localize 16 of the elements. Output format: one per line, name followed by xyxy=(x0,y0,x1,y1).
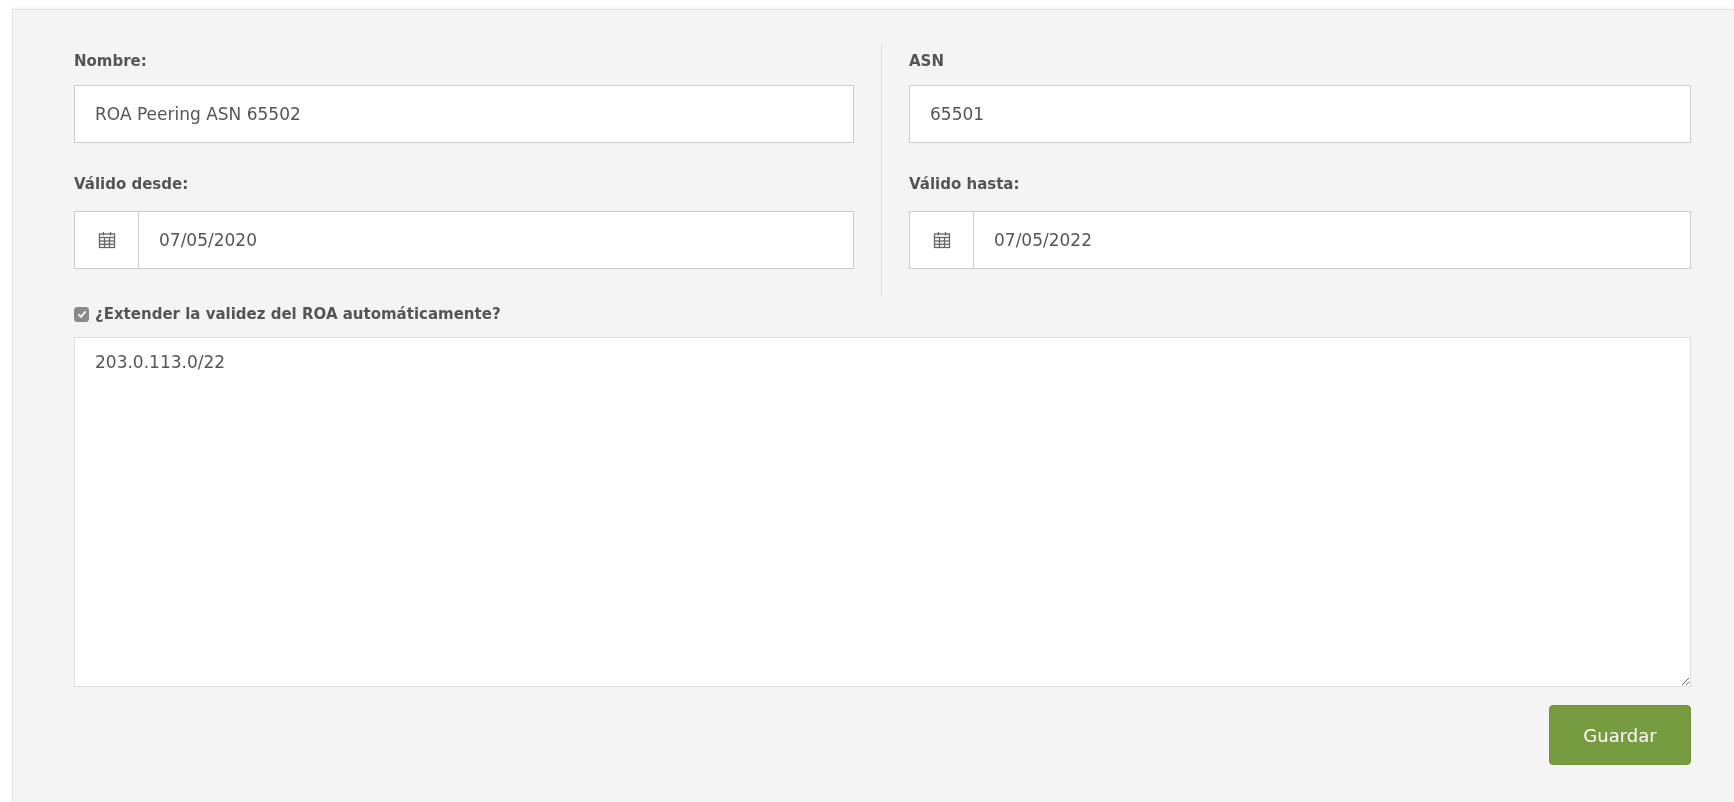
field-label: Válido hasta: xyxy=(909,174,1021,195)
field-label: Válido desde: xyxy=(74,174,190,195)
date-field[interactable]: 07/05/2020 xyxy=(139,211,854,269)
checkbox[interactable] xyxy=(74,306,89,322)
checkmark-icon xyxy=(75,308,88,320)
calendar-addon[interactable] xyxy=(909,211,974,269)
field-label: Nombre: xyxy=(74,51,148,72)
field-label: ASN xyxy=(909,51,945,72)
date-field[interactable]: 07/05/2022 xyxy=(974,211,1691,269)
input-field[interactable]: ROA Peering ASN 65502 xyxy=(74,85,854,143)
checkbox-label: ¿Extender la validez del ROA automáticamente? xyxy=(95,305,501,323)
input-field[interactable]: 65501 xyxy=(909,85,1691,143)
calendar-icon xyxy=(932,231,951,249)
calendar-icon xyxy=(97,231,116,249)
calendar-addon[interactable] xyxy=(74,211,139,269)
prefix-textarea[interactable]: 203.0.113.0/22 xyxy=(74,337,1691,687)
